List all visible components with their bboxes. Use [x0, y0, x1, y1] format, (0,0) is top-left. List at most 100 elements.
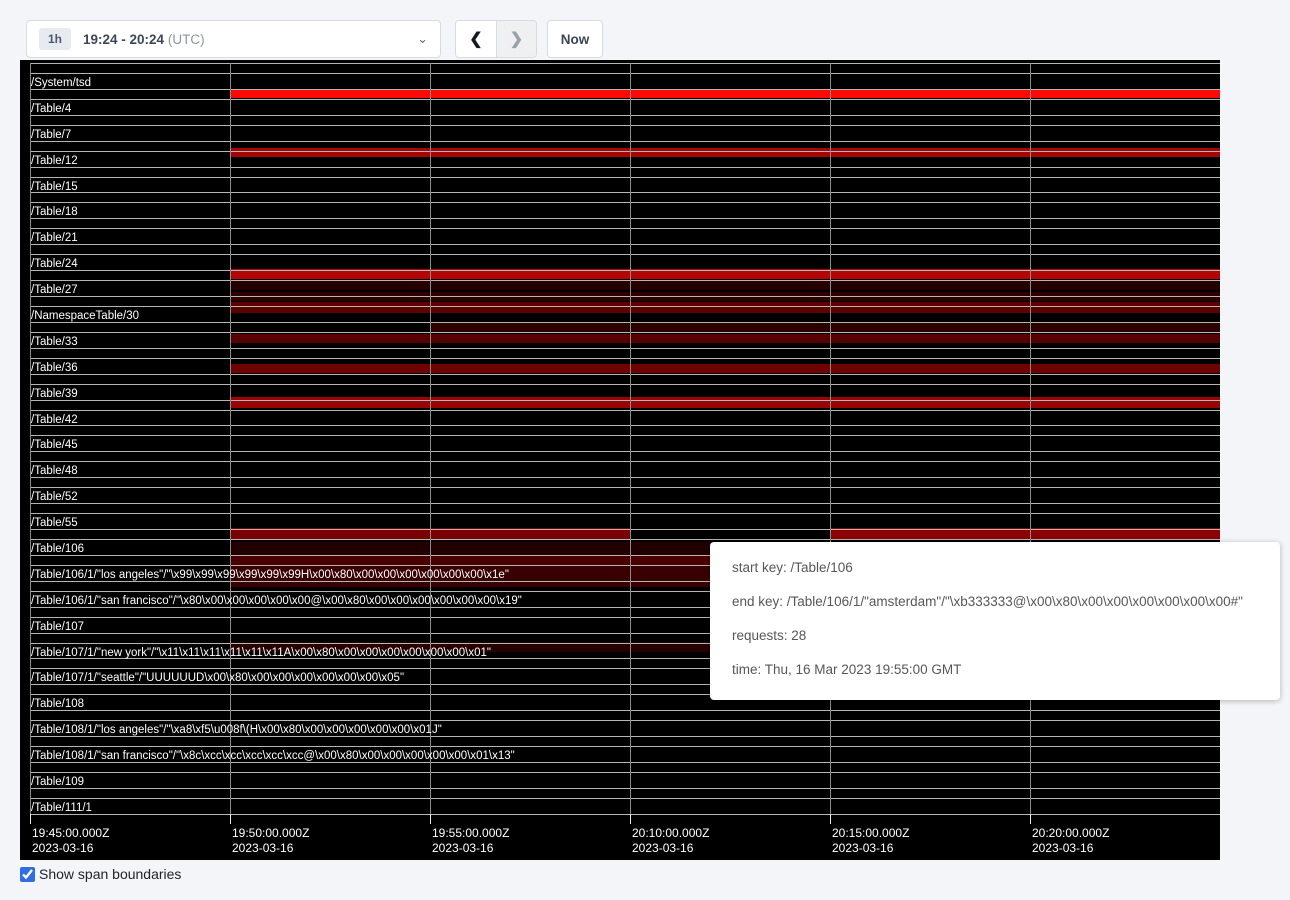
span-key-label: /NamespaceTable/30 [31, 310, 139, 322]
next-range-button[interactable]: ❯ [496, 21, 536, 57]
x-axis-label: 19:45:00.000Z2023-03-16 [32, 826, 109, 856]
span-heat-band[interactable] [230, 397, 1220, 408]
span-heat-band[interactable] [230, 281, 1220, 291]
axis-tick [230, 814, 231, 824]
span-key-label: /Table/108/1/"los angeles"/"\xa8\xf5\u00… [31, 724, 442, 736]
span-key-label: /Table/33 [31, 336, 78, 348]
span-boundary-line [30, 141, 1220, 142]
span-boundary-line [30, 814, 1220, 815]
span-key-label: /Table/36 [31, 362, 78, 374]
span-key-label: /Table/106/1/"los angeles"/"\x99\x99\x99… [31, 569, 509, 581]
span-boundary-line [30, 487, 1220, 488]
span-boundary-line [30, 374, 1220, 375]
span-key-label: /Table/4 [31, 103, 71, 115]
cell-tooltip: start key: /Table/106 end key: /Table/10… [710, 542, 1280, 700]
span-boundary-line [30, 177, 1220, 178]
span-boundary-line [30, 529, 1220, 530]
tooltip-end-key: end key: /Table/106/1/"amsterdam"/"\xb33… [732, 585, 1258, 619]
time-column-line [630, 63, 631, 814]
span-boundary-line [30, 99, 1220, 100]
span-key-label: /Table/55 [31, 517, 78, 529]
span-boundary-line [30, 63, 1220, 64]
span-boundary-line [30, 736, 1220, 737]
span-boundary-line [30, 270, 1220, 271]
axis-tick [830, 814, 831, 824]
span-boundary-line [30, 244, 1220, 245]
span-boundary-line [30, 410, 1220, 411]
span-boundary-line [30, 425, 1220, 426]
span-key-label: /Table/106 [31, 543, 84, 555]
span-boundary-line [30, 228, 1220, 229]
span-key-label: /Table/108/1/"san francisco"/"\x8c\xcc\x… [31, 750, 515, 762]
span-key-label: /Table/48 [31, 465, 78, 477]
span-boundary-line [30, 202, 1220, 203]
time-column-line [230, 63, 231, 814]
span-key-label: /Table/108 [31, 698, 84, 710]
chevron-down-icon: ⌄ [417, 34, 428, 44]
span-boundary-line [30, 503, 1220, 504]
span-key-label: /Table/52 [31, 491, 78, 503]
span-boundary-line [30, 332, 1220, 333]
span-key-label: /Table/42 [31, 414, 78, 426]
now-button[interactable]: Now [547, 20, 603, 58]
span-heat-band[interactable] [230, 148, 1220, 157]
axis-tick [430, 814, 431, 824]
time-column-line [430, 63, 431, 814]
duration-badge: 1h [39, 28, 71, 50]
tooltip-start-key: start key: /Table/106 [732, 551, 1258, 585]
span-boundary-line [30, 461, 1220, 462]
span-key-label: /Table/39 [31, 388, 78, 400]
span-boundary-line [30, 306, 1220, 307]
span-boundary-line [30, 192, 1220, 193]
span-key-label: /Table/111/1 [31, 802, 92, 814]
show-span-boundaries-checkbox[interactable] [20, 867, 35, 882]
span-boundary-line [30, 710, 1220, 711]
span-boundary-line [30, 218, 1220, 219]
span-boundary-line [30, 151, 1220, 152]
span-boundary-line [30, 115, 1220, 116]
span-key-label: /Table/24 [31, 258, 78, 270]
span-boundary-line [30, 384, 1220, 385]
time-nav-group: ❮ ❯ [455, 20, 537, 58]
span-key-label: /Table/21 [31, 232, 78, 244]
x-axis-label: 20:10:00.000Z2023-03-16 [632, 826, 709, 856]
key-visualizer-canvas[interactable]: /System/tsd/Table/4/Table/7/Table/12/Tab… [20, 60, 1220, 860]
span-boundary-line [30, 254, 1220, 255]
tooltip-requests: requests: 28 [732, 619, 1258, 653]
span-key-label: /Table/107 [31, 621, 84, 633]
span-key-label: /Table/7 [31, 129, 71, 141]
span-boundary-line [30, 280, 1220, 281]
span-heat-band[interactable] [230, 89, 1220, 98]
span-boundary-line [30, 400, 1220, 401]
span-boundary-line [30, 322, 1220, 323]
span-key-label: /Table/106/1/"san francisco"/"\x80\x00\x… [31, 595, 522, 607]
span-key-label: /Table/107/1/"new york"/"\x11\x11\x11\x1… [31, 647, 491, 659]
span-boundary-line [30, 167, 1220, 168]
time-range-select[interactable]: 1h 19:24 - 20:24 (UTC) ⌄ [26, 20, 441, 58]
span-heat-band[interactable] [230, 364, 1220, 373]
span-heat-band[interactable] [230, 302, 1220, 313]
span-key-label: /Table/15 [31, 181, 78, 193]
timezone-label: (UTC) [168, 32, 205, 47]
x-axis-label: 19:50:00.000Z2023-03-16 [232, 826, 309, 856]
span-boundary-line [30, 762, 1220, 763]
span-heat-band[interactable] [230, 334, 1220, 343]
span-boundary-line [30, 435, 1220, 436]
axis-tick [630, 814, 631, 824]
x-axis-label: 20:15:00.000Z2023-03-16 [832, 826, 909, 856]
prev-range-button[interactable]: ❮ [456, 21, 496, 57]
x-axis-label: 19:55:00.000Z2023-03-16 [432, 826, 509, 856]
span-key-label: /Table/12 [31, 155, 78, 167]
span-key-label: /Table/45 [31, 439, 78, 451]
span-boundary-line [30, 772, 1220, 773]
span-key-label: /System/tsd [31, 77, 91, 89]
span-boundary-line [30, 477, 1220, 478]
span-boundary-line [30, 720, 1220, 721]
axis-tick [30, 814, 31, 824]
span-boundary-line [30, 296, 1220, 297]
span-boundary-line [30, 73, 1220, 74]
span-boundary-line [30, 788, 1220, 789]
span-key-label: /Table/107/1/"seattle"/"UUUUUUD\x00\x80\… [31, 672, 404, 684]
span-boundary-line [30, 348, 1220, 349]
span-key-label: /Table/18 [31, 206, 78, 218]
